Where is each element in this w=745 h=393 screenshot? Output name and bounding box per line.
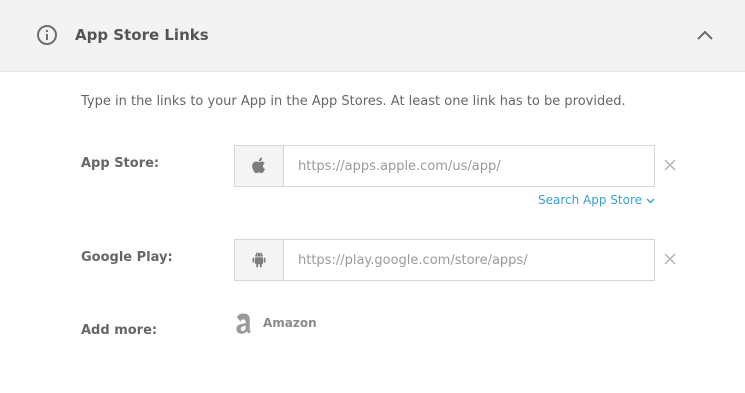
add-more-label: Add more: xyxy=(81,323,158,338)
info-circle-icon xyxy=(37,25,57,45)
chevron-up-icon[interactable] xyxy=(693,25,717,45)
android-icon xyxy=(235,240,284,280)
intro-text: Type in the links to your App in the App… xyxy=(81,94,626,109)
search-app-store-link[interactable]: Search App Store xyxy=(538,191,655,209)
google-play-field[interactable] xyxy=(234,239,655,281)
close-icon[interactable] xyxy=(662,251,678,267)
search-app-store-label: Search App Store xyxy=(538,193,643,207)
google-play-url-input[interactable] xyxy=(284,240,652,280)
close-icon[interactable] xyxy=(662,157,678,173)
section-title: App Store Links xyxy=(75,26,209,44)
add-amazon-option[interactable]: Amazon xyxy=(234,310,317,336)
amazon-option-label: Amazon xyxy=(263,316,317,330)
amazon-icon xyxy=(234,310,254,336)
apple-icon xyxy=(235,146,284,186)
google-play-label: Google Play: xyxy=(81,250,173,265)
app-store-url-input[interactable] xyxy=(284,146,652,186)
chevron-down-icon xyxy=(646,198,655,203)
app-store-label: App Store: xyxy=(81,156,160,171)
app-store-field[interactable] xyxy=(234,145,655,187)
section-header[interactable]: App Store Links xyxy=(0,0,745,72)
